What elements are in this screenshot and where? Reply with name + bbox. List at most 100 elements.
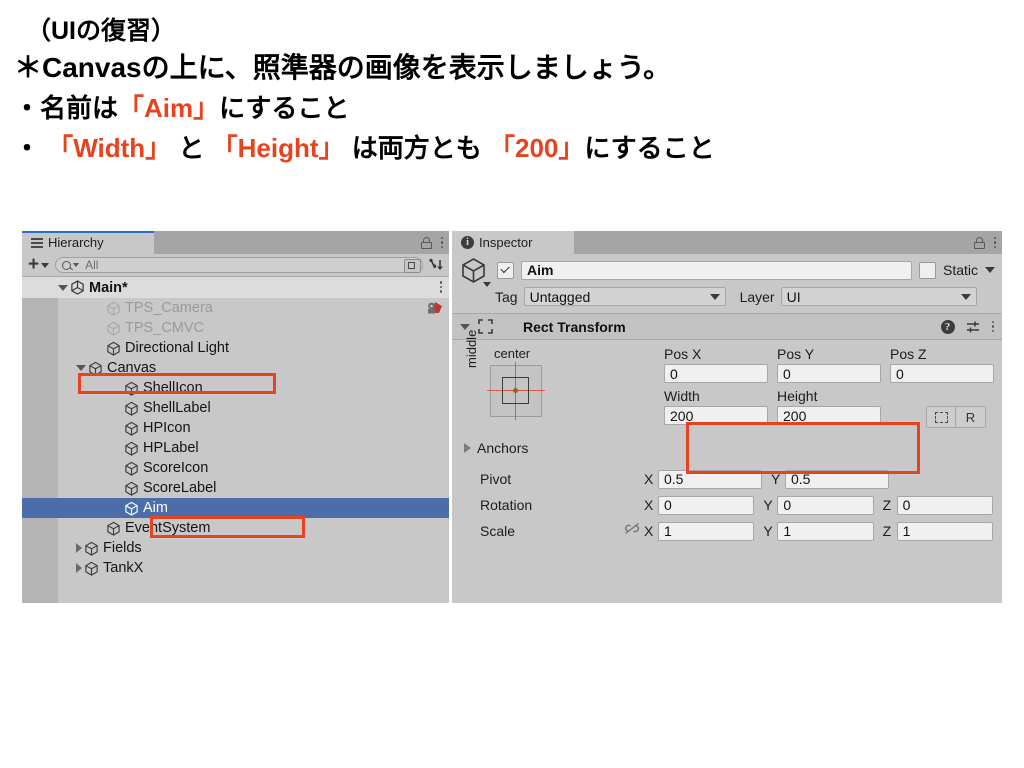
raw-edit-mode-button[interactable]: R <box>956 406 986 428</box>
hierarchy-menu-icon[interactable] <box>440 236 443 249</box>
width-input[interactable]: 200 <box>664 406 768 425</box>
layer-dropdown[interactable]: UI <box>780 287 977 306</box>
game-object-enabled-checkbox[interactable] <box>497 261 514 279</box>
scene-expand-icon[interactable] <box>58 284 68 291</box>
game-object-name-input[interactable]: Aim <box>521 260 912 280</box>
help-icon[interactable]: ? <box>940 319 955 334</box>
slide-line-3-highlight: 「Aim」 <box>118 93 220 123</box>
hierarchy-tree[interactable]: Main* TPS_Camera TPS_CMVC Directional Li… <box>22 277 449 603</box>
scale-x-input[interactable]: 1 <box>658 521 755 541</box>
pivot-y-value: 0.5 <box>791 471 811 487</box>
inspector-tab-icons <box>973 231 996 254</box>
game-object-cube-icon <box>107 301 120 316</box>
static-checkbox[interactable] <box>918 261 936 279</box>
rotation-z-input[interactable]: 0 <box>896 495 993 515</box>
lock-icon[interactable] <box>973 236 985 249</box>
tag-label: Tag <box>495 288 518 305</box>
rect-transform-header[interactable]: Rect Transform ? <box>452 314 1002 340</box>
scale-z-input[interactable]: 1 <box>896 521 993 541</box>
tab-inspector-label: Inspector <box>479 235 533 250</box>
hierarchy-item-tankx[interactable]: TankX <box>22 558 449 578</box>
hierarchy-item-canvas[interactable]: Canvas <box>22 358 449 378</box>
hierarchy-item-label: ScoreIcon <box>143 460 209 476</box>
pivot-label: Pivot <box>480 471 512 487</box>
scale-y-input[interactable]: 1 <box>777 521 874 541</box>
hierarchy-item-hpicon[interactable]: HPIcon <box>22 418 449 438</box>
pos-z-input[interactable]: 0 <box>890 364 994 383</box>
slide-text-block: （UIの復習） ＊Canvasの上に、照準器の画像を表示しましょう。 ・名前は「… <box>0 0 1024 168</box>
expand-icon[interactable] <box>76 365 86 371</box>
hierarchy-item-hplabel[interactable]: HPLabel <box>22 438 449 458</box>
slide-line-4-highlight-height: 「Height」 <box>211 133 345 163</box>
pos-y-input[interactable]: 0 <box>777 364 881 383</box>
tag-layer-row: Tag Untagged Layer UI <box>459 286 995 307</box>
slide-line-4: ・ 「Width」 と 「Height」 は両方とも 「200」にすること <box>0 128 1024 168</box>
scale-y-value: 1 <box>783 523 792 539</box>
hierarchy-item-scorelabel[interactable]: ScoreLabel <box>22 478 449 498</box>
height-input[interactable]: 200 <box>777 406 881 425</box>
hierarchy-scene-row[interactable]: Main* <box>22 277 449 298</box>
add-object-button[interactable]: + <box>26 255 51 274</box>
twisty-placeholder <box>94 343 104 353</box>
game-object-icon[interactable] <box>459 256 491 287</box>
tag-dropdown[interactable]: Untagged <box>523 287 726 306</box>
slide-line-4-part-b: と <box>171 133 212 163</box>
scale-x-axis-label: X <box>644 523 654 539</box>
rotation-x-input[interactable]: 0 <box>658 495 755 515</box>
rotation-y-input[interactable]: 0 <box>777 495 874 515</box>
blueprint-mode-button[interactable] <box>926 406 956 428</box>
inspector-menu-icon[interactable] <box>993 236 996 249</box>
hierarchy-item-fields[interactable]: Fields <box>22 538 449 558</box>
width-label: Width <box>664 388 700 404</box>
rect-transform-body: center middle Pos X Pos Y Pos Z 0 0 0 Wi… <box>452 330 1002 541</box>
pos-y-label: Pos Y <box>777 346 815 362</box>
preset-settings-icon[interactable] <box>966 320 981 334</box>
scale-z-axis-label: Z <box>882 523 892 539</box>
component-expand-icon[interactable] <box>460 323 470 330</box>
hierarchy-item-shelllabel[interactable]: ShellLabel <box>22 398 449 418</box>
scene-menu-icon[interactable] <box>439 281 442 293</box>
hierarchy-search-input[interactable]: All <box>55 257 423 273</box>
width-value: 200 <box>670 407 694 424</box>
hierarchy-item-scoreicon[interactable]: ScoreIcon <box>22 458 449 478</box>
tab-inspector[interactable]: i Inspector <box>452 231 574 254</box>
hierarchy-item-label: ShellIcon <box>143 380 203 396</box>
component-menu-icon[interactable] <box>991 320 994 333</box>
constrain-proportions-icon[interactable] <box>624 522 640 540</box>
rotation-x-axis-label: X <box>644 497 654 513</box>
scene-name-label: Main* <box>89 279 128 296</box>
game-object-cube-icon <box>125 461 138 476</box>
pivot-y-input[interactable]: 0.5 <box>785 469 889 489</box>
static-dropdown-chevron-icon[interactable] <box>985 267 995 273</box>
slide-line-3: ・名前は「Aim」にすること <box>0 88 1024 128</box>
anchors-expand-icon <box>464 443 471 453</box>
search-detach-icon[interactable] <box>404 259 421 273</box>
hierarchy-item-tps-camera[interactable]: TPS_Camera <box>22 298 449 318</box>
hierarchy-item-label: Fields <box>103 540 142 556</box>
anchor-preset-widget[interactable]: center middle <box>464 330 560 424</box>
search-icon <box>62 260 72 270</box>
lock-icon[interactable] <box>420 236 432 249</box>
tab-hierarchy[interactable]: Hierarchy <box>22 231 154 254</box>
layer-value: UI <box>786 288 801 305</box>
hierarchy-item-label: EventSystem <box>125 520 211 536</box>
hierarchy-item-eventsystem[interactable]: EventSystem <box>22 518 449 538</box>
hierarchy-item-shellicon[interactable]: ShellIcon <box>22 378 449 398</box>
collapse-icon[interactable] <box>76 543 82 553</box>
collapse-icon[interactable] <box>76 563 82 573</box>
pos-x-input[interactable]: 0 <box>664 364 768 383</box>
game-object-cube-icon <box>125 501 138 516</box>
static-label: Static <box>942 262 978 278</box>
hierarchy-item-tps-cmvc[interactable]: TPS_CMVC <box>22 318 449 338</box>
height-label: Height <box>777 388 818 404</box>
tab-hierarchy-label: Hierarchy <box>48 235 104 250</box>
pos-y-value: 0 <box>783 365 791 382</box>
hierarchy-item-directional-light[interactable]: Directional Light <box>22 338 449 358</box>
pivot-x-input[interactable]: 0.5 <box>658 469 762 489</box>
anchors-foldout[interactable]: Anchors <box>464 440 528 456</box>
sort-button[interactable] <box>427 257 445 274</box>
twisty-placeholder <box>112 383 122 393</box>
hierarchy-panel: Hierarchy + All Main* TPS_Camera TPS_CMV… <box>22 231 449 603</box>
hierarchy-item-aim[interactable]: Aim <box>22 498 449 518</box>
game-object-cube-icon <box>125 401 138 416</box>
